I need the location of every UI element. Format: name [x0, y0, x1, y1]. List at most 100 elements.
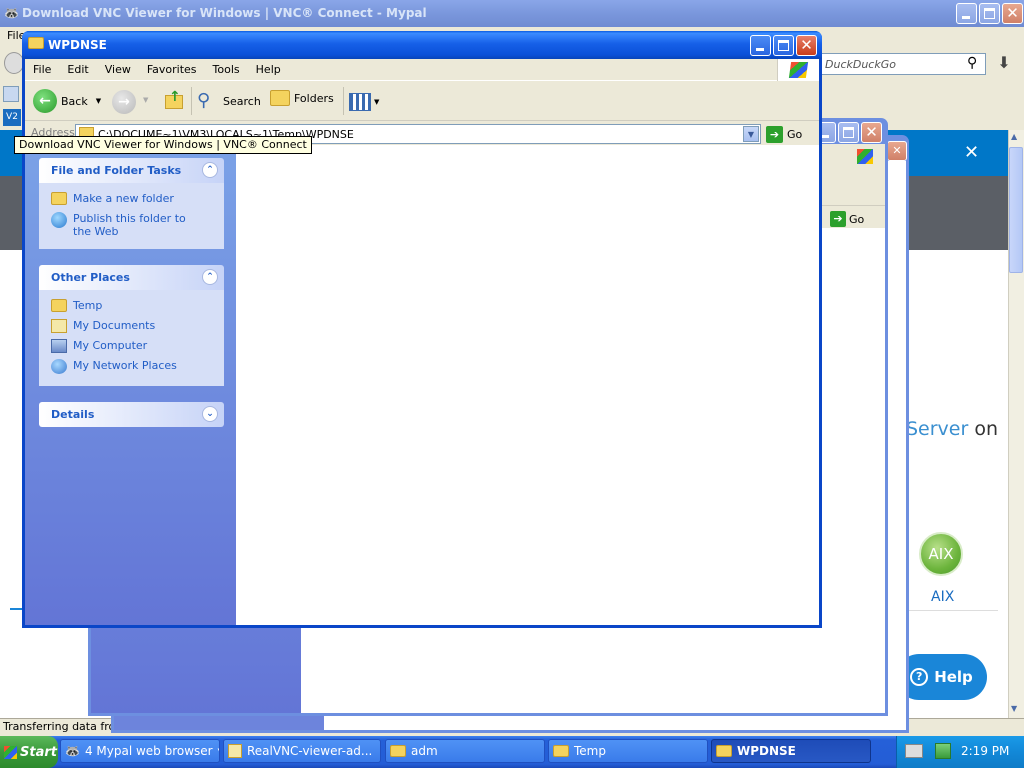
- scroll-down-icon[interactable]: ▼: [1011, 704, 1017, 713]
- help-button[interactable]: ? Help: [896, 654, 987, 700]
- up-arrow-icon: ↑: [169, 89, 181, 105]
- task-realvnc[interactable]: RealVNC-viewer-ad...: [223, 739, 381, 763]
- start-button[interactable]: Start: [0, 736, 58, 768]
- temp-go-button[interactable]: ➔ Go: [830, 210, 868, 228]
- standard-toolbar: ← Back ▼ → ▼ ↑ ⚲ Search Folders ▼: [25, 81, 819, 121]
- windows-flag-icon: [4, 745, 17, 759]
- temp-close-button[interactable]: ✕: [861, 122, 882, 143]
- new-folder-icon: [51, 192, 67, 205]
- menu-favorites[interactable]: Favorites: [139, 63, 205, 76]
- up-folder-button[interactable]: ↑: [163, 89, 185, 113]
- menu-help[interactable]: Help: [248, 63, 289, 76]
- folders-icon: [270, 90, 290, 106]
- forward-dropdown-icon[interactable]: ▼: [143, 96, 148, 104]
- task-group-dropdown-icon: ▼: [218, 747, 219, 755]
- views-button[interactable]: ▼: [349, 91, 383, 113]
- go-button[interactable]: ➔ Go: [766, 125, 806, 143]
- maximize-button[interactable]: [773, 35, 794, 56]
- my-computer-icon: [51, 339, 67, 353]
- clock[interactable]: 2:19 PM: [961, 744, 1009, 758]
- folder-icon: [390, 745, 406, 757]
- address-dropdown-icon[interactable]: ▼: [743, 126, 759, 142]
- menu-view[interactable]: View: [97, 63, 139, 76]
- task-temp[interactable]: Temp: [548, 739, 708, 763]
- file-folder-tasks-header[interactable]: File and Folder Tasks ⌃: [39, 158, 224, 183]
- mypal-minimize-button[interactable]: [956, 3, 977, 24]
- expand-chevron-icon[interactable]: ⌄: [202, 406, 218, 422]
- place-my-documents-link[interactable]: My Documents: [51, 319, 155, 333]
- make-new-folder-link[interactable]: Make a new folder: [51, 192, 174, 205]
- temp-folder-icon: [51, 299, 67, 312]
- place-my-network-places-link[interactable]: My Network Places: [51, 359, 177, 374]
- details-header[interactable]: Details ⌄: [39, 402, 224, 427]
- mypal-maximize-button[interactable]: [979, 3, 1000, 24]
- network-places-icon: [51, 359, 67, 374]
- divider: [908, 610, 998, 611]
- place-temp-link[interactable]: Temp: [51, 299, 102, 312]
- folder-icon: [716, 745, 732, 757]
- task-mypal[interactable]: 🦝 4 Mypal web browser ▼: [60, 739, 220, 763]
- mypal-search-input[interactable]: DuckDuckGo ⚲: [820, 53, 986, 75]
- place-my-computer-label: My Computer: [73, 339, 148, 352]
- my-documents-icon: [51, 319, 67, 333]
- adm-close-button[interactable]: ✕: [887, 141, 907, 161]
- search-button[interactable]: ⚲ Search: [197, 90, 261, 112]
- temp-maximize-button[interactable]: [838, 122, 859, 143]
- collapse-chevron-icon[interactable]: ⌃: [202, 162, 218, 178]
- close-icon[interactable]: ✕: [964, 142, 979, 163]
- publish-folder-label: Publish this folder to the Web: [73, 212, 186, 238]
- publish-folder-link[interactable]: Publish this folder to the Web: [51, 212, 211, 238]
- close-button[interactable]: ✕: [796, 35, 817, 56]
- network-tray-icon[interactable]: [935, 743, 951, 759]
- search-icon[interactable]: ⚲: [967, 55, 977, 71]
- wpdnse-title-bar[interactable]: WPDNSE ✕: [22, 31, 822, 59]
- help-circle-icon: ?: [910, 668, 929, 686]
- minimize-button[interactable]: [750, 35, 771, 56]
- back-button[interactable]: ← Back ▼: [33, 89, 101, 113]
- menu-file[interactable]: File: [25, 63, 59, 76]
- back-dropdown-icon[interactable]: ▼: [96, 97, 101, 105]
- scroll-up-icon[interactable]: ▲: [1011, 132, 1017, 141]
- mypal-title-bar[interactable]: 🦝 Download VNC Viewer for Windows | VNC®…: [0, 0, 1024, 27]
- temp-xp-logo-icon: [857, 149, 873, 164]
- task-adm[interactable]: adm: [385, 739, 545, 763]
- collapse-chevron-icon[interactable]: ⌃: [202, 269, 218, 285]
- aix-label[interactable]: AIX: [931, 589, 954, 605]
- task-adm-label: adm: [411, 744, 438, 758]
- place-my-documents-label: My Documents: [73, 319, 156, 332]
- other-places-header[interactable]: Other Places ⌃: [39, 265, 224, 290]
- file-folder-tasks-title: File and Folder Tasks: [51, 164, 182, 177]
- vnc-tab-icon[interactable]: V2: [3, 109, 21, 126]
- server-on-text: Server on: [906, 418, 998, 440]
- start-label: Start: [20, 744, 57, 760]
- folder-contents-pane[interactable]: [236, 145, 819, 625]
- mypal-close-button[interactable]: ✕: [1002, 3, 1023, 24]
- views-dropdown-icon: ▼: [374, 98, 380, 106]
- magnifier-icon: ⚲: [197, 90, 211, 111]
- forward-button[interactable]: →: [112, 90, 136, 114]
- toolbar-separator: [343, 87, 344, 115]
- go-arrow-icon: ➔: [830, 211, 846, 227]
- mypal-search-bar-icon: [3, 86, 19, 102]
- menu-edit[interactable]: Edit: [59, 63, 96, 76]
- folders-label: Folders: [294, 91, 334, 105]
- mypal-scrollbar-thumb[interactable]: [1009, 147, 1023, 273]
- details-title: Details: [51, 408, 95, 421]
- place-my-network-places-label: My Network Places: [73, 359, 177, 372]
- task-wpdnse[interactable]: WPDNSE: [711, 739, 871, 763]
- document-icon: [228, 744, 242, 758]
- folders-button[interactable]: Folders: [270, 90, 334, 106]
- mypal-back-button[interactable]: [4, 52, 24, 74]
- file-folder-tasks-panel: Make a new folder Publish this folder to…: [39, 183, 224, 249]
- back-label: Back: [61, 94, 88, 108]
- temp-go-label: Go: [849, 212, 865, 226]
- server-link[interactable]: Server: [906, 418, 968, 440]
- menu-tools[interactable]: Tools: [205, 63, 248, 76]
- wpdnse-title: WPDNSE: [48, 38, 107, 52]
- aix-logo-icon[interactable]: AIX: [919, 532, 963, 576]
- mypal-task-icon: 🦝: [65, 744, 80, 758]
- download-arrow-icon[interactable]: ⬇: [991, 53, 1017, 75]
- keyboard-icon[interactable]: [905, 744, 923, 758]
- place-my-computer-link[interactable]: My Computer: [51, 339, 147, 353]
- aix-badge-text: AIX: [928, 545, 954, 563]
